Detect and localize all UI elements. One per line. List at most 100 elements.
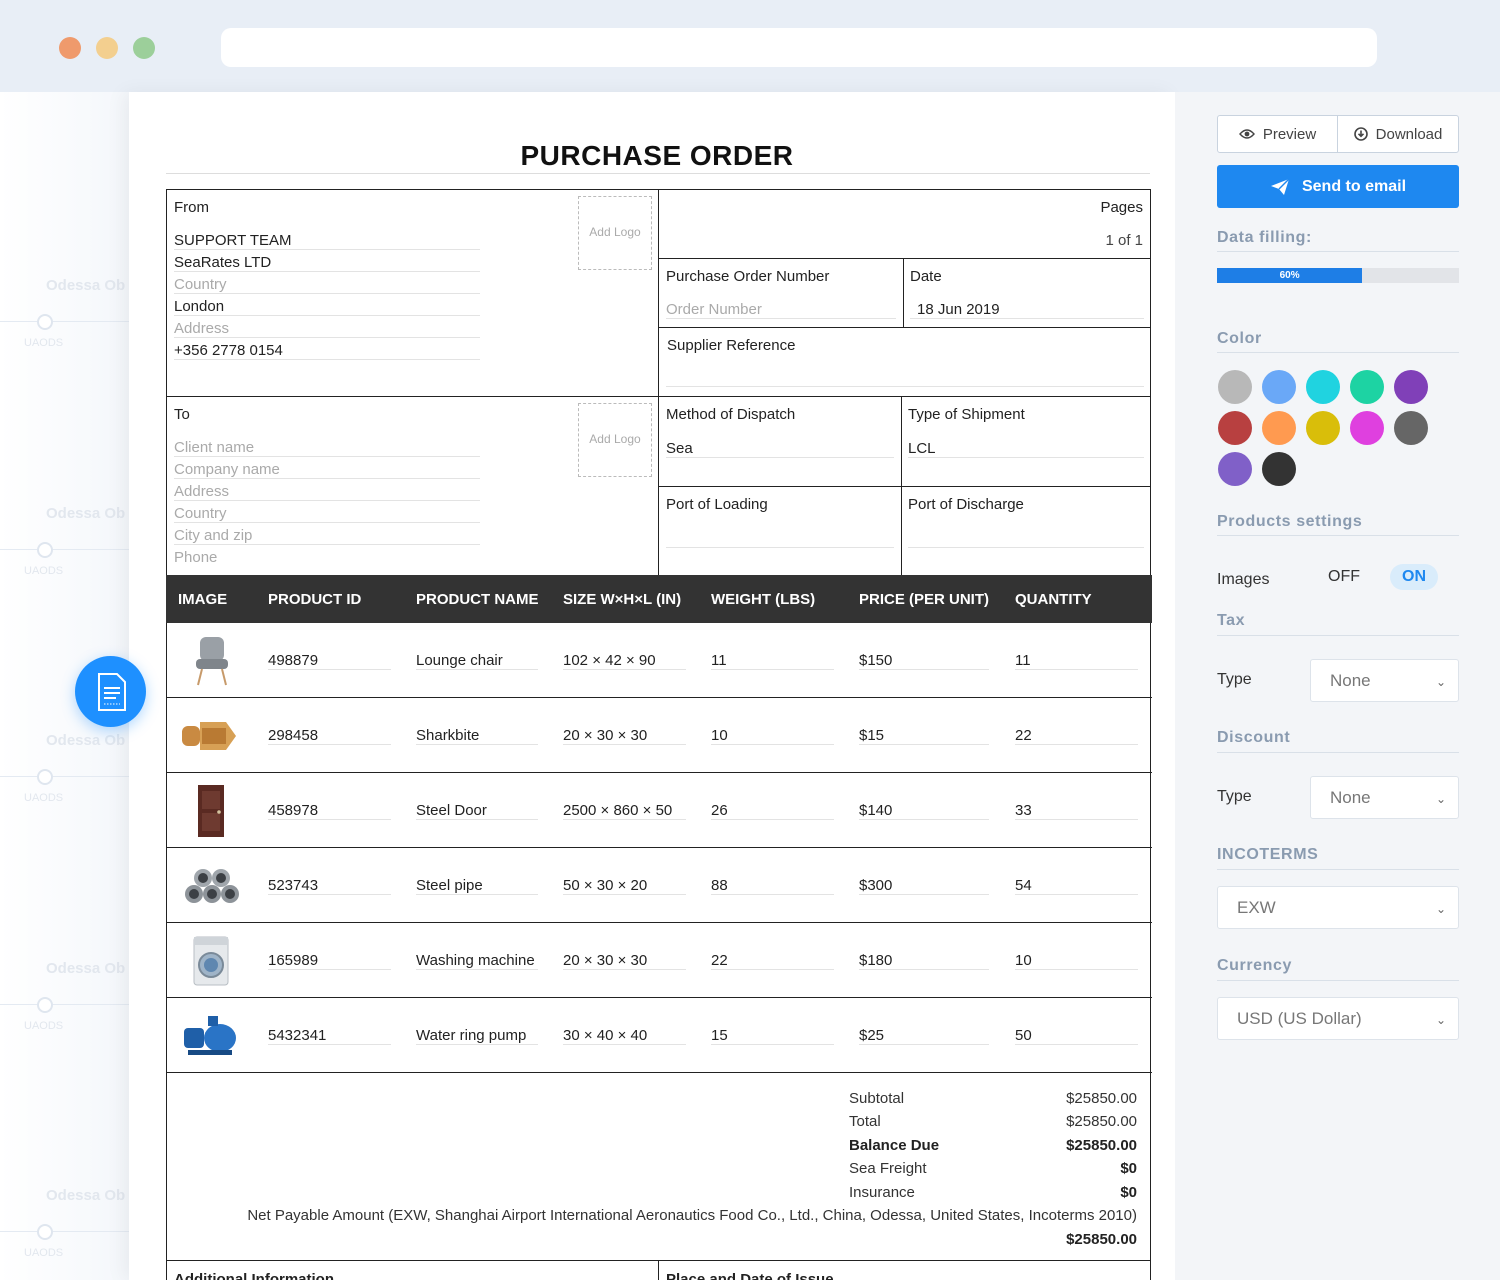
background-row-title: Odessa Ob [46, 732, 126, 749]
color-swatch[interactable] [1262, 411, 1296, 445]
product-price[interactable]: $180 [859, 952, 892, 969]
color-swatch[interactable] [1218, 411, 1252, 445]
to-client-field[interactable]: Client name [174, 439, 254, 456]
product-name[interactable]: Steel pipe [416, 877, 483, 894]
col-header-weight: WEIGHT (LBS) [711, 591, 816, 608]
to-country-field[interactable]: Country [174, 505, 227, 522]
product-weight[interactable]: 11 [711, 652, 727, 669]
images-on-toggle[interactable]: ON [1390, 564, 1438, 590]
color-swatch[interactable] [1306, 411, 1340, 445]
add-logo-from-button[interactable]: Add Logo [578, 196, 652, 270]
discount-type-select[interactable]: None ⌄ [1310, 776, 1459, 819]
product-name[interactable]: Steel Door [416, 802, 487, 819]
table-row[interactable]: 498879 Lounge chair 102 × 42 × 90 11 $15… [166, 623, 1152, 698]
product-name[interactable]: Lounge chair [416, 652, 503, 669]
product-quantity[interactable]: 33 [1015, 802, 1032, 819]
color-swatch[interactable] [1306, 370, 1340, 404]
from-phone-field[interactable]: +356 2778 0154 [174, 342, 283, 359]
from-address-field[interactable]: Address [174, 320, 229, 337]
background-row-marker [37, 542, 53, 558]
product-quantity[interactable]: 10 [1015, 952, 1032, 969]
from-company-field[interactable]: SeaRates LTD [174, 254, 271, 271]
color-swatch[interactable] [1394, 411, 1428, 445]
to-city-field[interactable]: City and zip [174, 527, 252, 544]
product-id[interactable]: 458978 [268, 802, 318, 819]
supplier-reference-field[interactable] [666, 386, 1144, 387]
product-size[interactable]: 2500 × 860 × 50 [563, 802, 672, 819]
window-close-dot[interactable] [59, 37, 81, 59]
tax-type-select[interactable]: None ⌄ [1310, 659, 1459, 702]
po-number-field[interactable]: Order Number [666, 301, 762, 318]
product-size[interactable]: 30 × 40 × 40 [563, 1027, 647, 1044]
discount-type-value: None [1330, 787, 1371, 807]
address-bar[interactable] [221, 28, 1377, 67]
port-of-discharge-field[interactable] [908, 547, 1144, 548]
color-swatch[interactable] [1218, 370, 1252, 404]
field-underline [268, 969, 391, 970]
images-off-toggle[interactable]: OFF [1328, 568, 1360, 586]
product-id[interactable]: 298458 [268, 727, 318, 744]
product-weight[interactable]: 26 [711, 802, 728, 819]
download-button[interactable]: Download [1337, 115, 1459, 153]
product-weight[interactable]: 15 [711, 1027, 728, 1044]
field-underline [268, 894, 391, 895]
product-price[interactable]: $150 [859, 652, 892, 669]
document-fab-button[interactable] [75, 656, 146, 727]
from-city-field[interactable]: London [174, 298, 224, 315]
color-swatch[interactable] [1262, 452, 1296, 486]
port-of-loading-field[interactable] [666, 547, 894, 548]
table-row[interactable]: 298458 Sharkbite 20 × 30 × 30 10 $15 22 [166, 698, 1152, 773]
field-underline [174, 522, 480, 523]
table-row[interactable]: 165989 Washing machine 20 × 30 × 30 22 $… [166, 923, 1152, 998]
table-row[interactable]: 458978 Steel Door 2500 × 860 × 50 26 $14… [166, 773, 1152, 848]
date-field[interactable]: 18 Jun 2019 [917, 301, 1000, 318]
product-id[interactable]: 498879 [268, 652, 318, 669]
product-weight[interactable]: 22 [711, 952, 728, 969]
product-size[interactable]: 102 × 42 × 90 [563, 652, 656, 669]
color-swatch[interactable] [1394, 370, 1428, 404]
col-header-product-id: PRODUCT ID [268, 591, 362, 608]
product-price[interactable]: $15 [859, 727, 884, 744]
product-size[interactable]: 20 × 30 × 30 [563, 727, 647, 744]
incoterms-select[interactable]: EXW ⌄ [1217, 886, 1459, 929]
add-logo-to-button[interactable]: Add Logo [578, 403, 652, 477]
product-weight[interactable]: 88 [711, 877, 728, 894]
to-phone-field[interactable]: Phone [174, 549, 217, 566]
color-swatch[interactable] [1350, 411, 1384, 445]
product-size[interactable]: 20 × 30 × 30 [563, 952, 647, 969]
to-address-field[interactable]: Address [174, 483, 229, 500]
product-id[interactable]: 165989 [268, 952, 318, 969]
currency-select[interactable]: USD (US Dollar) ⌄ [1217, 997, 1459, 1040]
preview-button[interactable]: Preview [1217, 115, 1338, 153]
window-minimize-dot[interactable] [96, 37, 118, 59]
product-weight[interactable]: 10 [711, 727, 728, 744]
from-country-field[interactable]: Country [174, 276, 227, 293]
product-name[interactable]: Washing machine [416, 952, 535, 969]
product-price[interactable]: $25 [859, 1027, 884, 1044]
product-id[interactable]: 5432341 [268, 1027, 326, 1044]
product-quantity[interactable]: 54 [1015, 877, 1032, 894]
color-swatch[interactable] [1350, 370, 1384, 404]
product-price[interactable]: $300 [859, 877, 892, 894]
color-swatch[interactable] [1218, 452, 1252, 486]
product-name[interactable]: Water ring pump [416, 1027, 526, 1044]
background-row: Odessa Ob UAODS [0, 277, 130, 377]
product-price[interactable]: $140 [859, 802, 892, 819]
product-size[interactable]: 50 × 30 × 20 [563, 877, 647, 894]
method-of-dispatch-label: Method of Dispatch [666, 406, 796, 423]
type-of-shipment-field[interactable]: LCL [908, 440, 936, 457]
product-name[interactable]: Sharkbite [416, 727, 479, 744]
product-quantity[interactable]: 50 [1015, 1027, 1032, 1044]
table-row[interactable]: 523743 Steel pipe 50 × 30 × 20 88 $300 5… [166, 848, 1152, 923]
send-to-email-button[interactable]: Send to email [1217, 165, 1459, 208]
method-of-dispatch-field[interactable]: Sea [666, 440, 693, 457]
field-underline [711, 819, 834, 820]
table-row[interactable]: 5432341 Water ring pump 30 × 40 × 40 15 … [166, 998, 1152, 1073]
product-quantity[interactable]: 22 [1015, 727, 1032, 744]
product-id[interactable]: 523743 [268, 877, 318, 894]
product-quantity[interactable]: 11 [1015, 652, 1031, 669]
color-swatch[interactable] [1262, 370, 1296, 404]
window-maximize-dot[interactable] [133, 37, 155, 59]
to-company-field[interactable]: Company name [174, 461, 280, 478]
from-name-field[interactable]: SUPPORT TEAM [174, 232, 292, 249]
